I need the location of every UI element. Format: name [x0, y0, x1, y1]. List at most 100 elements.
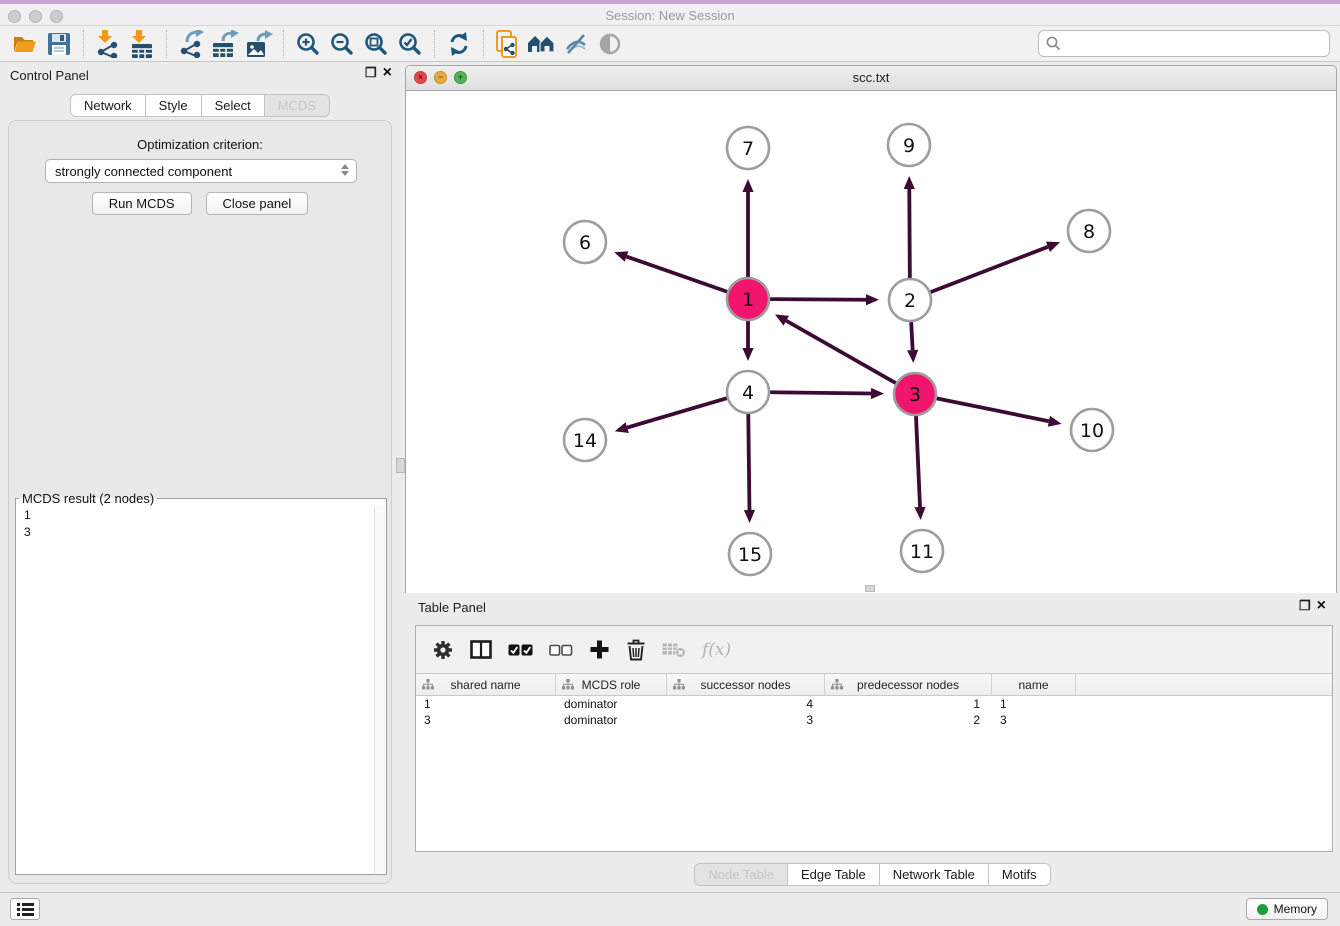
- memory-button[interactable]: Memory: [1246, 898, 1328, 920]
- toolbar-separator: [283, 30, 284, 58]
- graph-node-8[interactable]: 8: [1068, 210, 1110, 252]
- columns-icon: [470, 640, 492, 659]
- cell-name: 3: [992, 712, 1076, 728]
- duplicate-network-icon: [495, 30, 521, 58]
- graph-edge-1-2[interactable]: [770, 294, 879, 305]
- graph-node-1[interactable]: 1: [727, 278, 769, 320]
- svg-text:1: 1: [742, 289, 754, 311]
- graph-edge-3-10[interactable]: [937, 398, 1062, 426]
- save-session-button[interactable]: [42, 28, 76, 60]
- add-row-button[interactable]: [589, 635, 610, 665]
- close-panel-button[interactable]: Close panel: [206, 192, 309, 215]
- search-icon: [1046, 36, 1061, 51]
- table-row[interactable]: 1dominator411: [416, 696, 1332, 712]
- table-row[interactable]: 3dominator323: [416, 712, 1332, 728]
- svg-text:4: 4: [742, 382, 754, 404]
- network-view-window: × − + scc.txt 7 9 6 8 1 2 4 3 14 10 15 11: [405, 65, 1337, 593]
- table-settings-button[interactable]: [432, 635, 454, 665]
- float-panel-icon[interactable]: ❐: [365, 66, 377, 80]
- tab-select[interactable]: Select: [201, 95, 264, 116]
- zoom-out-icon: [330, 32, 354, 56]
- graph-edge-2-8[interactable]: [931, 242, 1061, 292]
- column-header-MCDS-role[interactable]: MCDS role: [556, 674, 667, 695]
- select-all-button[interactable]: [508, 635, 533, 665]
- export-image-icon: [245, 30, 273, 58]
- export-image-button[interactable]: [242, 28, 276, 60]
- search-input[interactable]: [1065, 33, 1329, 55]
- graph-edge-2-3[interactable]: [907, 322, 918, 363]
- column-header-name[interactable]: name: [992, 674, 1076, 695]
- column-header-successor-nodes[interactable]: successor nodes: [667, 674, 825, 695]
- graph-edge-3-1[interactable]: [775, 314, 896, 383]
- graph-edge-1-6[interactable]: [614, 251, 727, 292]
- graph-edge-4-14[interactable]: [615, 398, 727, 433]
- network-canvas[interactable]: 7 9 6 8 1 2 4 3 14 10 15 11: [406, 91, 1336, 593]
- table-panel-header: Table Panel ❐ ×: [405, 597, 1340, 623]
- task-history-button[interactable]: [10, 898, 40, 920]
- table-toolbar: f(x): [416, 626, 1332, 673]
- show-columns-button[interactable]: [470, 635, 492, 665]
- duplicate-network-button[interactable]: [491, 28, 525, 60]
- delete-table-button[interactable]: [662, 635, 686, 665]
- tab-motifs[interactable]: Motifs: [988, 864, 1050, 885]
- graph-edge-4-3[interactable]: [770, 388, 884, 399]
- criterion-select[interactable]: strongly connected component: [45, 159, 357, 183]
- graph-node-14[interactable]: 14: [564, 419, 606, 461]
- graph-node-15[interactable]: 15: [729, 533, 771, 575]
- graph-node-10[interactable]: 10: [1071, 409, 1113, 451]
- memory-status-icon: [1257, 904, 1268, 915]
- graph-node-3[interactable]: 3: [894, 373, 936, 415]
- delete-table-icon: [662, 641, 686, 658]
- svg-text:7: 7: [742, 138, 754, 160]
- mcds-result-text[interactable]: 13: [17, 506, 385, 873]
- graph-node-2[interactable]: 2: [889, 279, 931, 321]
- horizontal-splitter-grip[interactable]: [865, 585, 875, 592]
- zoom-in-button[interactable]: [291, 28, 325, 60]
- import-table-button[interactable]: [125, 28, 159, 60]
- first-neighbors-button[interactable]: [525, 28, 559, 60]
- graph-edge-3-11[interactable]: [914, 416, 925, 520]
- checked-boxes-icon: [508, 642, 533, 658]
- function-builder-button[interactable]: f(x): [702, 635, 731, 665]
- export-table-icon: [211, 30, 239, 58]
- zoom-fit-button[interactable]: [359, 28, 393, 60]
- result-scrollbar[interactable]: [374, 506, 385, 873]
- tab-node-table[interactable]: Node Table: [695, 864, 787, 885]
- graph-node-9[interactable]: 9: [888, 124, 930, 166]
- export-network-button[interactable]: [174, 28, 208, 60]
- deselect-all-button[interactable]: [549, 635, 573, 665]
- graph-edge-2-9[interactable]: [904, 176, 915, 278]
- graph-node-7[interactable]: 7: [727, 127, 769, 169]
- float-table-panel-icon[interactable]: ❐: [1299, 599, 1311, 613]
- tab-edge-table[interactable]: Edge Table: [787, 864, 879, 885]
- show-all-button[interactable]: [593, 28, 627, 60]
- tab-network[interactable]: Network: [71, 95, 145, 116]
- graph-node-4[interactable]: 4: [727, 371, 769, 413]
- graph-edge-1-4[interactable]: [742, 321, 753, 361]
- network-window-titlebar[interactable]: × − + scc.txt: [406, 66, 1336, 91]
- run-mcds-button[interactable]: Run MCDS: [92, 192, 192, 215]
- hide-selected-button[interactable]: [559, 28, 593, 60]
- zoom-selected-button[interactable]: [393, 28, 427, 60]
- open-session-button[interactable]: [8, 28, 42, 60]
- graph-edge-4-15[interactable]: [744, 414, 755, 523]
- zoom-out-button[interactable]: [325, 28, 359, 60]
- close-panel-icon[interactable]: ×: [383, 66, 392, 80]
- graph-edge-1-7[interactable]: [742, 179, 753, 277]
- vertical-splitter-grip[interactable]: [396, 458, 405, 473]
- graph-node-11[interactable]: 11: [901, 530, 943, 572]
- graph-node-6[interactable]: 6: [564, 221, 606, 263]
- toolbar-separator: [483, 30, 484, 58]
- tab-mcds[interactable]: MCDS: [264, 95, 329, 116]
- delete-row-button[interactable]: [626, 635, 646, 665]
- import-network-button[interactable]: [91, 28, 125, 60]
- export-table-button[interactable]: [208, 28, 242, 60]
- close-table-panel-icon[interactable]: ×: [1317, 599, 1326, 613]
- node-table-container: f(x) shared nameMCDS rolesuccessor nodes…: [415, 625, 1333, 852]
- apply-layout-button[interactable]: [442, 28, 476, 60]
- column-header-predecessor-nodes[interactable]: predecessor nodes: [825, 674, 992, 695]
- tab-network-table[interactable]: Network Table: [879, 864, 988, 885]
- tree-icon: [422, 679, 434, 690]
- column-header-shared-name[interactable]: shared name: [416, 674, 556, 695]
- tab-style[interactable]: Style: [145, 95, 201, 116]
